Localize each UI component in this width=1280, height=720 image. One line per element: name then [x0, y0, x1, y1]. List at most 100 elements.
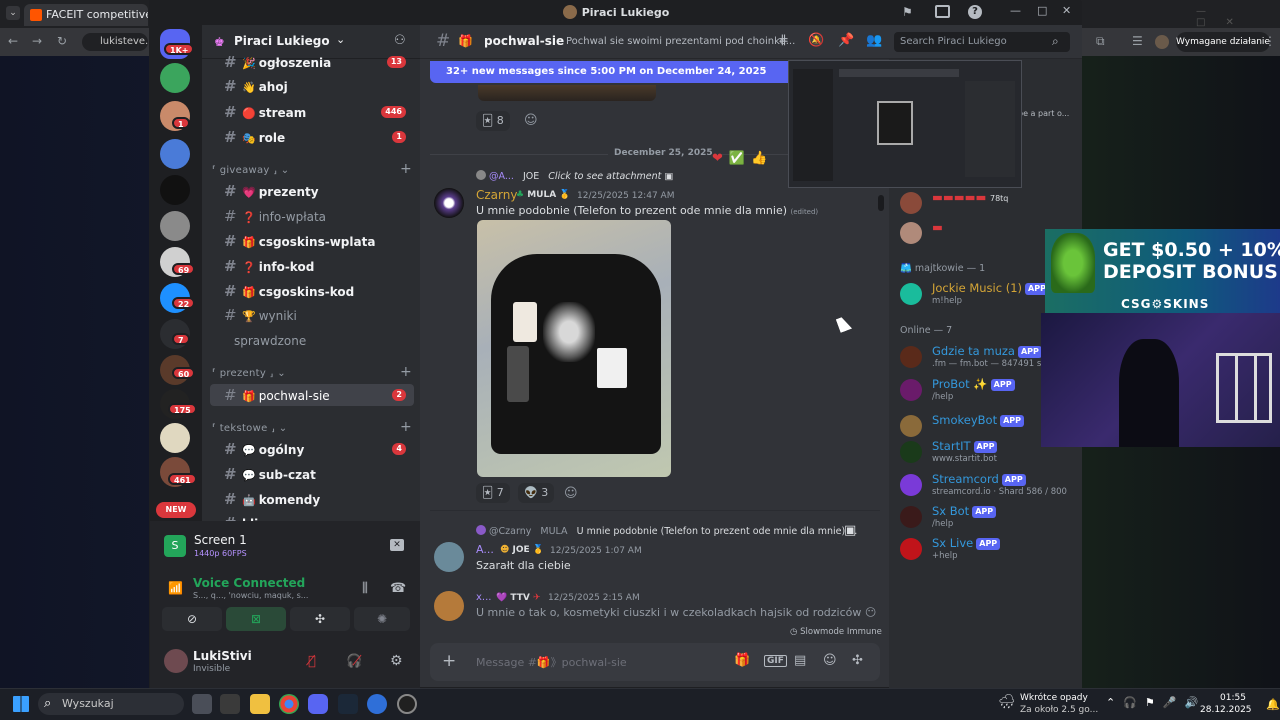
channel-pochwal-sie[interactable]: # 🎁 pochwal-sie 2	[210, 384, 414, 406]
channel-prezenty[interactable]: # 💗 prezenty	[210, 180, 414, 202]
browser-tab-list-button[interactable]: ⌄	[6, 6, 20, 20]
reload-icon[interactable]: ↻	[57, 34, 67, 48]
user-avatar[interactable]	[164, 649, 188, 673]
voice-status[interactable]: Voice Connected	[193, 576, 305, 590]
member-item[interactable]: ▬▬▬▬▬ 78tq	[900, 190, 1080, 220]
stop-stream-icon[interactable]: ✕	[390, 539, 404, 551]
mute-icon[interactable]: 🎙̸	[308, 654, 316, 669]
channel-wyniki[interactable]: # 🏆 wyniki	[210, 304, 414, 326]
clock-date[interactable]: 28.12.2025	[1200, 705, 1252, 715]
apps-icon[interactable]: ✣	[852, 653, 863, 668]
reaction-pill[interactable]: 👽 3	[518, 483, 555, 503]
app-icon-2[interactable]	[367, 694, 387, 714]
channel-info-wplata[interactable]: # ❓ info-wpłata	[210, 205, 414, 227]
help-icon[interactable]: ?	[968, 5, 982, 19]
app-icon-3[interactable]	[397, 694, 417, 714]
weather-title[interactable]: Wkrótce opady	[1020, 693, 1088, 703]
channel-info-kod[interactable]: # ❓ info-kod	[210, 255, 414, 277]
taskbar-search[interactable]: ⌕ Wyszukaj	[38, 693, 184, 715]
guild-icon-1[interactable]	[160, 63, 190, 93]
channel-csgoskins-kod[interactable]: # 🎁 csgoskins-kod	[210, 280, 414, 302]
clock-time[interactable]: 01:55	[1220, 693, 1246, 703]
guild-icon-3[interactable]	[160, 139, 190, 169]
tray-icons[interactable]: ⌃🎧⚑🎤🔊	[1106, 696, 1206, 709]
browser-url-bar[interactable]: lukisteve.com	[82, 33, 148, 51]
close-button[interactable]: ✕	[1062, 4, 1071, 17]
gift-icon[interactable]: 🎁	[734, 653, 750, 668]
back-icon[interactable]: ←	[8, 34, 18, 48]
message-avatar[interactable]	[434, 188, 464, 218]
app-icon-1[interactable]	[220, 694, 240, 714]
reaction-pill[interactable]: 🃏 8	[476, 111, 510, 131]
create-channel-plus-icon[interactable]: +	[400, 161, 412, 177]
message-author[interactable]: x...	[476, 592, 491, 603]
disconnect-icon[interactable]: ☎	[390, 581, 406, 596]
guild-icon-11[interactable]	[160, 423, 190, 453]
member-sx-bot[interactable]: Sx Bot APP/help	[900, 504, 1080, 534]
channel-csgoskins-wplata[interactable]: # 🎁 csgoskins-wplata	[210, 230, 414, 252]
add-reaction-icon[interactable]: ☺	[524, 113, 538, 128]
extensions-icon[interactable]: ⧉	[1096, 34, 1105, 49]
browser-tab[interactable]: FACEIT competitive match -	[24, 4, 148, 26]
guild-icon-4[interactable]	[160, 175, 190, 205]
add-reaction-icon[interactable]: ☺	[564, 486, 578, 501]
emoji-picker-icon[interactable]: ☺	[823, 653, 837, 668]
category-tekstowe[interactable]: ⸢ tekstowe ⸥ ⌄	[212, 423, 287, 434]
share-screen-button[interactable]: ⊠	[226, 607, 286, 631]
channel-ogloszenia[interactable]: # 🎉 ogłoszenia 13	[210, 51, 414, 73]
pinned-icon[interactable]: 📌	[838, 33, 854, 48]
screen-share-indicator-icon[interactable]	[935, 5, 950, 18]
channel-komendy[interactable]: # 🤖 komendy	[210, 488, 414, 510]
invite-people-icon[interactable]: ⚇	[394, 33, 406, 48]
category-prezenty[interactable]: ⸢ prezenty ⸥ ⌄	[212, 368, 286, 379]
channel-role[interactable]: # 🎭 role 1	[210, 126, 414, 148]
channel-ogolny[interactable]: # 💬 ogólny 4	[210, 438, 414, 460]
new-messages-bar[interactable]: 32+ new messages since 5:00 PM on Decemb…	[430, 61, 810, 83]
reading-list-icon[interactable]: ☰	[1132, 34, 1143, 48]
chrome-icon[interactable]	[279, 694, 299, 714]
threads-icon[interactable]: ⋕	[778, 33, 789, 48]
deafen-icon[interactable]: 🎧̸	[346, 654, 362, 669]
notifications-muted-icon[interactable]: 🔕	[808, 33, 824, 48]
message-composer[interactable]: + Message #🎁》pochwal-sie 🎁 GIF ▤ ☺ ✣	[430, 643, 880, 681]
discord-taskbar-icon[interactable]	[308, 694, 328, 714]
activities-button[interactable]: ✣	[290, 607, 350, 631]
noise-suppression-icon[interactable]: ⫼	[362, 581, 368, 596]
heart-reaction-icon[interactable]: ❤	[712, 151, 729, 166]
search-input[interactable]: Search Piraci Lukiego ⌕	[894, 32, 1070, 52]
notifications-icon[interactable]: 🔔	[1266, 698, 1280, 711]
message-author[interactable]: Czarny	[476, 188, 517, 202]
sticker-icon[interactable]: ▤	[794, 653, 806, 668]
member-streamcord[interactable]: Streamcord APP streamcord.io · Shard 586 /…	[900, 472, 1080, 502]
member-sx-live[interactable]: Sx Live APP +help	[900, 536, 1080, 566]
create-channel-plus-icon[interactable]: +	[400, 364, 412, 380]
inbox-icon[interactable]: ⚑	[902, 5, 913, 19]
thumbs-up-icon[interactable]: 👍	[751, 151, 773, 166]
steam-icon[interactable]	[338, 694, 358, 714]
channel-klipy[interactable]: #klipy	[210, 512, 414, 521]
soundboard-button[interactable]: ✺	[354, 607, 410, 631]
channel-sub-czat[interactable]: # 💬 sub-czat	[210, 463, 414, 485]
settings-gear-icon[interactable]: ⚙	[390, 653, 403, 669]
forward-icon[interactable]: →	[32, 34, 42, 48]
browser-menu-icon[interactable]: ⋮	[1264, 34, 1276, 48]
member-list-icon[interactable]: 👥	[866, 33, 882, 48]
channel-ahoj[interactable]: # 👋 ahoj	[210, 75, 414, 97]
windows-start-icon[interactable]	[13, 696, 29, 712]
gif-icon[interactable]: GIF	[764, 655, 787, 667]
channel-topic[interactable]: Pochwal sie swoimi prezentami pod choink…	[566, 36, 795, 47]
message-avatar[interactable]	[434, 542, 464, 572]
weather-icon[interactable]: 🌧	[998, 694, 1016, 710]
file-explorer-icon[interactable]	[250, 694, 270, 714]
task-view-icon[interactable]	[192, 694, 212, 714]
category-giveaway[interactable]: ⸢ giveaway ⸥ ⌄	[212, 165, 289, 176]
maximize-button[interactable]: □	[1037, 4, 1047, 17]
check-reaction-icon[interactable]: ✅	[729, 151, 751, 166]
create-channel-plus-icon[interactable]: +	[400, 419, 412, 435]
message-avatar[interactable]	[434, 591, 464, 621]
minimize-button[interactable]: —	[1010, 4, 1021, 17]
message-image-attachment[interactable]	[477, 220, 671, 477]
channel-stream[interactable]: # 🔴 stream 446	[210, 101, 414, 123]
reaction-pill[interactable]: 🃏 7	[476, 483, 510, 503]
message-author[interactable]: A...	[476, 543, 494, 556]
